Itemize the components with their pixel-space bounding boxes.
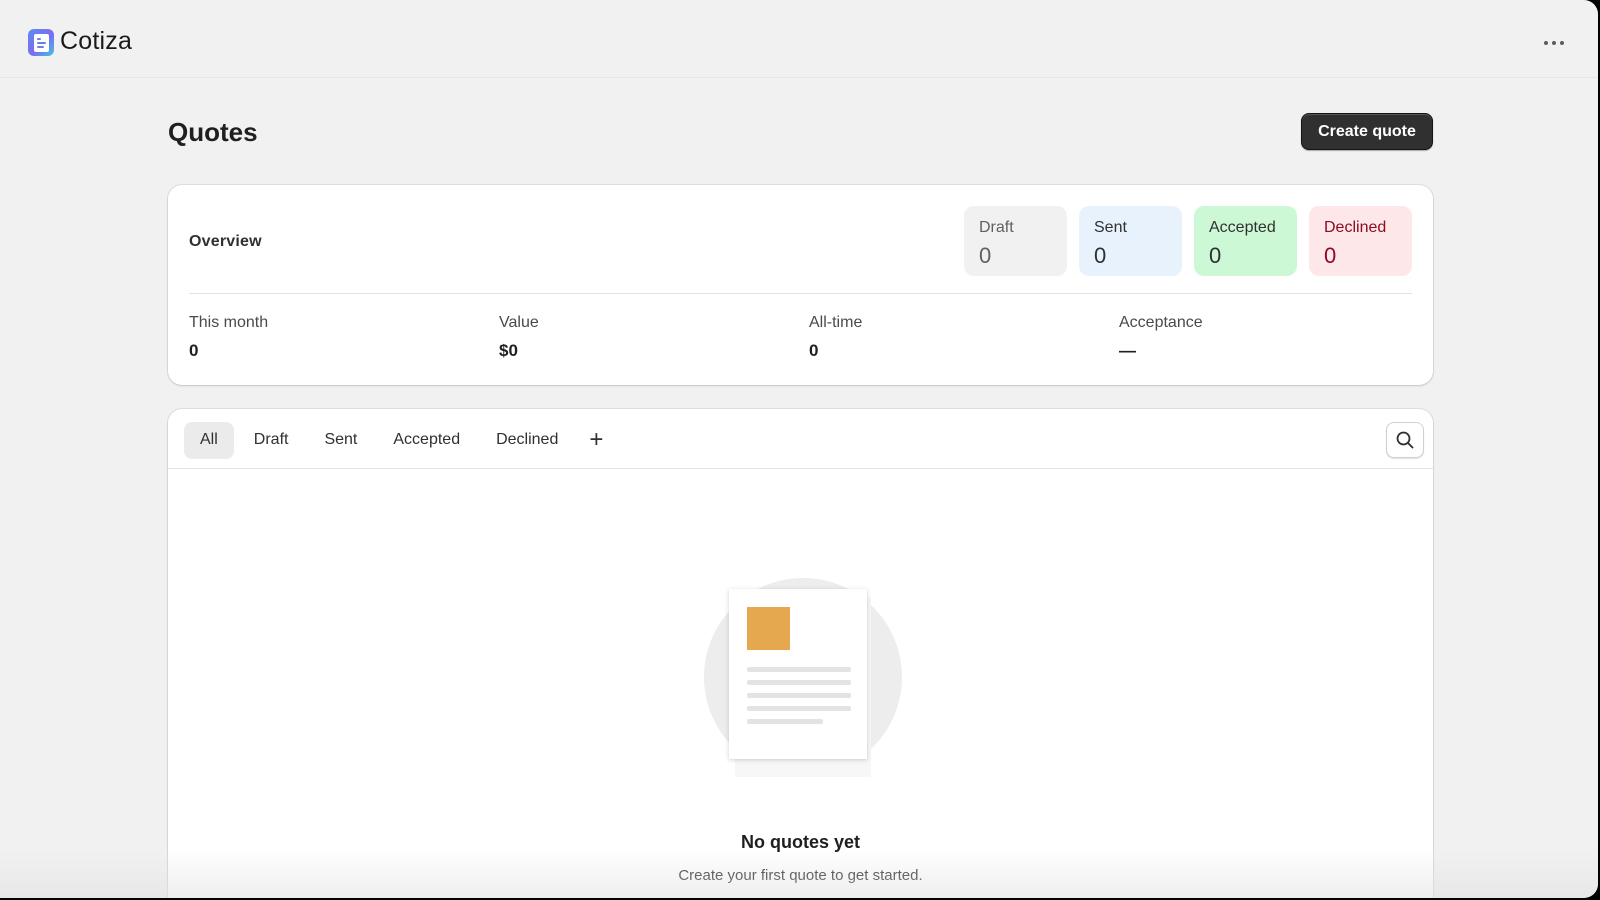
tab-all[interactable]: All (184, 421, 234, 459)
overview-label: Overview (189, 233, 262, 250)
empty-document-illustration (704, 578, 902, 777)
status-tile-label: Accepted (1209, 219, 1276, 236)
empty-state-title: No quotes yet (740, 832, 860, 852)
status-tile-count: 0 (979, 243, 992, 268)
search-button[interactable] (1386, 422, 1424, 458)
status-tile-accepted[interactable]: Accepted 0 (1194, 206, 1297, 276)
top-bar: Cotiza (0, 0, 1598, 78)
empty-state-description: Create your first quote to get started. (678, 867, 923, 884)
metric-value-total: Value $0 (499, 314, 539, 361)
metric-value: — (1119, 341, 1136, 360)
metric-value: 0 (809, 341, 819, 360)
app-window: Cotiza Quotes Create quote Overview Draf… (0, 0, 1598, 898)
quotes-list-card: All Draft Sent Accepted Declined + No qu… (168, 409, 1433, 898)
document-icon (28, 29, 54, 56)
status-tile-label: Draft (979, 219, 1014, 236)
status-tile-count: 0 (1094, 243, 1107, 268)
metric-value: 0 (189, 341, 199, 360)
more-horizontal-icon[interactable] (1536, 30, 1572, 56)
overview-divider (189, 293, 1412, 294)
tab-sent[interactable]: Sent (308, 422, 373, 459)
metric-label: This month (189, 314, 269, 331)
status-tile-sent[interactable]: Sent 0 (1079, 206, 1182, 276)
list-divider (168, 468, 1433, 469)
metric-acceptance: Acceptance — (1119, 314, 1203, 361)
create-quote-button[interactable]: Create quote (1301, 113, 1433, 150)
filter-tabs: All Draft Sent Accepted Declined + (184, 421, 614, 459)
metric-all-time: All-time 0 (809, 314, 862, 361)
metric-value: $0 (499, 341, 518, 360)
tab-accepted[interactable]: Accepted (377, 422, 476, 459)
page-title: Quotes (168, 117, 258, 147)
metric-this-month: This month 0 (189, 314, 268, 361)
status-tile-label: Sent (1094, 219, 1127, 236)
status-tile-draft[interactable]: Draft 0 (964, 206, 1067, 276)
status-tile-count: 0 (1209, 243, 1222, 268)
search-icon (1396, 431, 1414, 449)
status-tile-label: Declined (1324, 219, 1387, 236)
app-title: Cotiza (60, 27, 133, 55)
status-tile-declined[interactable]: Declined 0 (1309, 206, 1412, 276)
metric-label: Value (499, 314, 539, 331)
status-tile-count: 0 (1324, 243, 1337, 268)
overview-card: Overview Draft 0 Sent 0 Accepted 0 Decli… (168, 185, 1433, 385)
tab-draft[interactable]: Draft (238, 422, 305, 459)
metric-label: Acceptance (1119, 314, 1203, 331)
metric-label: All-time (809, 314, 863, 331)
tab-declined[interactable]: Declined (480, 422, 574, 459)
add-tab-button[interactable]: + (578, 422, 614, 459)
